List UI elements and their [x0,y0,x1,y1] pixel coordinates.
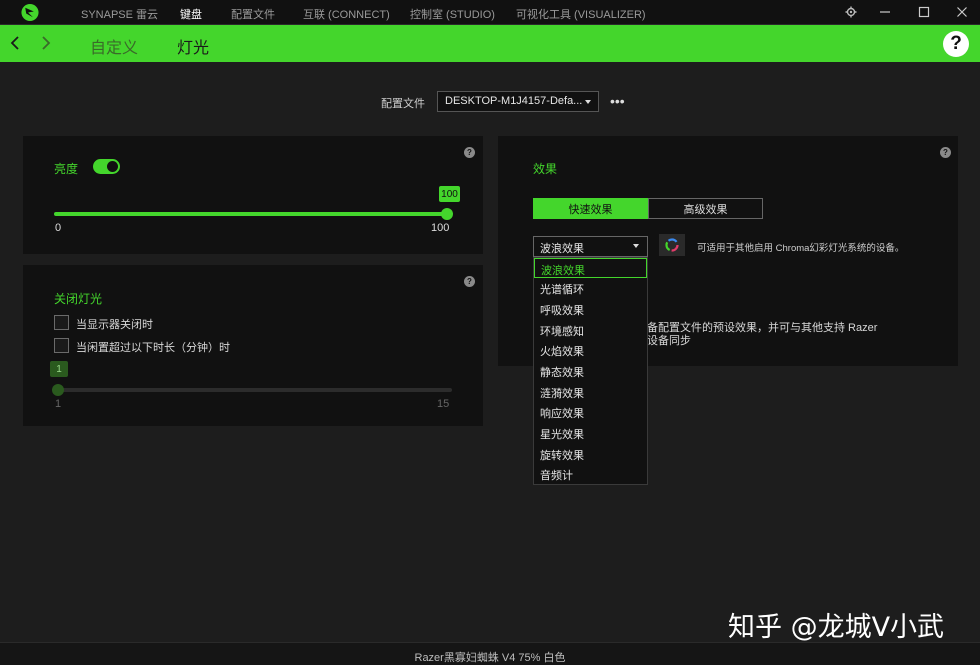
brightness-panel [23,136,483,254]
display-off-checkbox[interactable] [54,315,69,330]
idle-min-label: 1 [55,398,62,410]
lights-off-label: 关闭灯光 [54,292,103,306]
maximize-icon[interactable] [915,3,933,21]
effect-description-line-2: 设备同步 [647,335,691,347]
idle-value-badge: 1 [50,361,68,377]
breadcrumb-customize[interactable]: 自定义 [90,34,138,58]
brightness-toggle[interactable] [93,159,120,174]
brightness-value-badge: 100 [439,186,460,202]
dropdown-item-audio-meter[interactable]: 音频计 [534,464,647,484]
dropdown-item-fire[interactable]: 火焰效果 [534,340,647,360]
more-options-icon[interactable]: ••• [610,93,625,109]
profile-select[interactable]: DESKTOP-M1J4157-Defa... [437,91,599,112]
display-off-label: 当显示器关闭时 [76,319,153,331]
dropdown-item-static[interactable]: 静态效果 [534,361,647,381]
watermark-text: 知乎 @龙城V小武 [728,612,945,643]
nav-tab-connect[interactable]: 互联 (CONNECT) [303,6,390,22]
dropdown-item-ripple[interactable]: 涟漪效果 [534,382,647,402]
dropdown-item-wheel[interactable]: 旋转效果 [534,444,647,464]
breadcrumb-lighting: 灯光 [177,40,210,57]
device-name: Razer黑寡妇蜘蛛 V4 75% 白色 [414,652,566,664]
idle-checkbox[interactable] [54,338,69,353]
nav-tab-keyboard[interactable]: 键盘 [180,6,202,22]
brightness-help-icon[interactable]: ? [464,147,475,158]
tab-quick-effects[interactable]: 快速效果 [533,198,648,219]
razer-logo-icon[interactable] [20,3,40,22]
brightness-max-label: 100 [431,222,450,234]
effect-select[interactable]: 波浪效果 [533,236,648,257]
dropdown-item-breathing[interactable]: 呼吸效果 [534,299,647,319]
brightness-slider-thumb[interactable] [441,208,453,220]
brightness-label: 亮度 [54,162,79,176]
dropdown-item-reactive[interactable]: 响应效果 [534,402,647,422]
close-icon[interactable] [953,3,971,21]
tab-advanced-effects[interactable]: 高级效果 [648,198,763,219]
effect-chevron-down-icon [633,244,639,248]
chevron-down-icon [585,100,591,104]
forward-arrow-icon[interactable] [36,34,54,52]
dropdown-item-starlight[interactable]: 星光效果 [534,423,647,443]
idle-max-label: 15 [437,398,450,410]
brightness-min-label: 0 [55,222,62,234]
nav-tab-visualizer[interactable]: 可视化工具 (VISUALIZER) [516,6,646,22]
dropdown-item-ambient[interactable]: 环境感知 [534,320,647,340]
chroma-note: 可适用于其他启用 Chroma幻彩灯光系统的设备。 [697,243,905,254]
profile-select-value: DESKTOP-M1J4157-Defa... [445,95,583,107]
settings-gear-icon[interactable] [842,3,860,21]
back-arrow-icon[interactable] [7,34,25,52]
dropdown-item-spectrum[interactable]: 光谱循环 [534,278,647,298]
lights-off-help-icon[interactable]: ? [464,276,475,287]
idle-slider-thumb[interactable] [52,384,64,396]
dropdown-item-wave[interactable]: 波浪效果 [534,258,647,278]
chroma-button[interactable] [659,234,685,256]
profile-label: 配置文件 [381,98,425,110]
effect-select-value: 波浪效果 [540,243,584,255]
chroma-icon [665,238,679,252]
nav-tab-synapse[interactable]: SYNAPSE 雷云 [81,6,158,22]
idle-label: 当闲置超过以下时长（分钟）时 [76,342,230,354]
title-bar: SYNAPSE 雷云 键盘 配置文件 互联 (CONNECT) 控制室 (STU… [0,0,980,25]
nav-tab-profiles[interactable]: 配置文件 [231,6,275,22]
device-name-footer: Razer黑寡妇蜘蛛 V4 75% 白色 [0,642,980,665]
nav-tab-studio[interactable]: 控制室 (STUDIO) [410,6,495,22]
help-icon[interactable]: ? [943,31,969,57]
breadcrumb-bar: 自定义 灯光 [0,25,980,62]
effects-help-icon[interactable]: ? [940,147,951,158]
minimize-icon[interactable] [876,3,894,21]
idle-slider-track[interactable] [54,388,452,392]
brightness-slider-track[interactable] [54,212,448,216]
effect-dropdown-list: 波浪效果 光谱循环 呼吸效果 环境感知 火焰效果 静态效果 涟漪效果 响应效果 … [533,257,648,485]
effects-label: 效果 [533,162,558,176]
